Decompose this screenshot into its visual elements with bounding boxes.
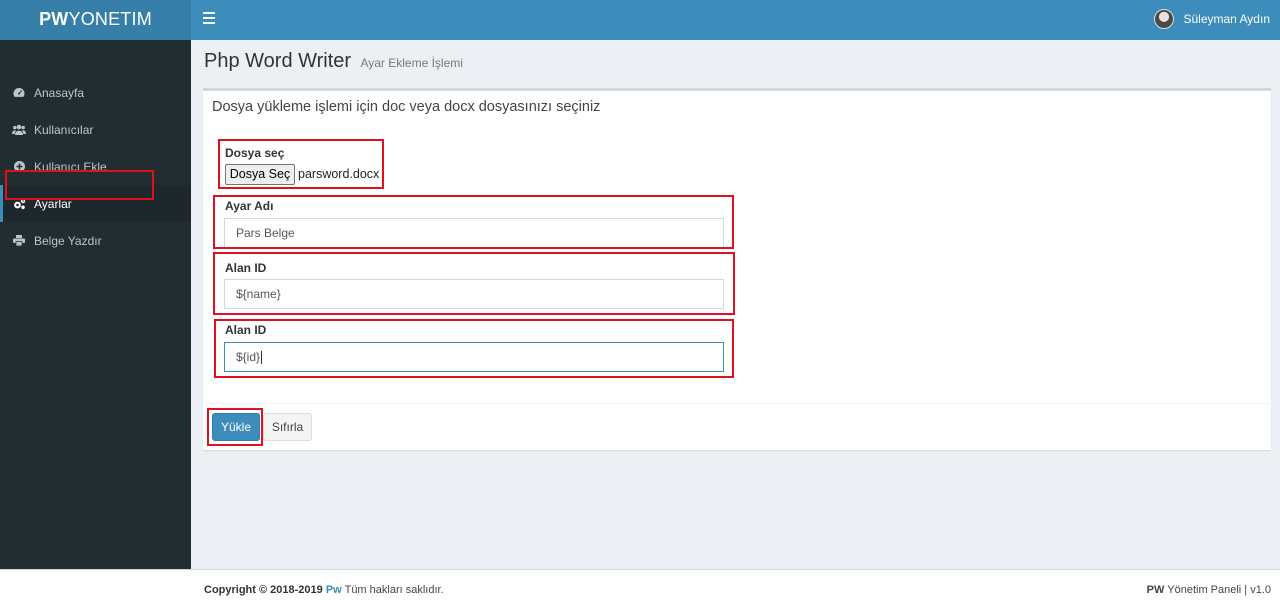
form-heading: Dosya yükleme işlemi için doc veya docx … — [212, 99, 601, 115]
sidebar-item-label: Kullanıcılar — [34, 122, 94, 137]
highlight-box — [214, 319, 734, 378]
box-footer-divider — [203, 403, 1271, 404]
footer-brand-link[interactable]: Pw — [326, 584, 342, 596]
copyright-suffix: Tüm hakları saklıdır. — [344, 584, 444, 596]
sidebar-item-kullanicilar[interactable]: Kullanıcılar — [0, 111, 191, 148]
footer-version-text: Yönetim Paneli | v1.0 — [1167, 584, 1271, 596]
footer-copyright: Copyright © 2018-2019 Pw Tüm hakları sak… — [204, 584, 444, 596]
footer-version: PW Yönetim Paneli | v1.0 — [1147, 584, 1271, 596]
highlight-box — [213, 195, 734, 249]
page-title: Php Word Writer — [204, 50, 352, 72]
sidebar-toggle-icon[interactable] — [203, 12, 215, 26]
brand-logo[interactable]: PWYONETIM — [0, 0, 191, 40]
highlight-box — [207, 408, 263, 446]
highlight-box — [218, 139, 384, 189]
dashboard-icon — [12, 86, 26, 100]
brand-logo-rest: YONETIM — [68, 9, 152, 29]
footer-brand: PW — [1146, 584, 1165, 596]
sidebar: Anasayfa Kullanıcılar Kullanıcı Ekle Aya… — [0, 40, 191, 569]
user-menu[interactable]: Süleyman Aydın — [1154, 7, 1270, 31]
top-navbar: Süleyman Aydın — [191, 0, 1280, 40]
sidebar-item-belge-yazdir[interactable]: Belge Yazdır — [0, 222, 191, 259]
print-icon — [12, 234, 26, 248]
page-subtitle: Ayar Ekleme İşlemi — [360, 56, 463, 70]
content-header: Php Word Writer Ayar Ekleme İşlemi — [204, 50, 463, 73]
copyright-text: Copyright © 2018-2019 — [204, 584, 323, 596]
user-name: Süleyman Aydın — [1183, 12, 1270, 26]
highlight-box — [5, 170, 154, 200]
sidebar-item-label: Anasayfa — [34, 85, 85, 100]
reset-button[interactable]: Sıfırla — [263, 413, 312, 441]
users-icon — [12, 123, 26, 137]
sidebar-item-label: Belge Yazdır — [34, 233, 102, 248]
sidebar-item-anasayfa[interactable]: Anasayfa — [0, 74, 191, 111]
avatar — [1154, 9, 1175, 29]
footer: Copyright © 2018-2019 Pw Tüm hakları sak… — [0, 569, 1280, 602]
highlight-box — [213, 252, 735, 315]
brand-logo-bold: PW — [39, 9, 69, 29]
